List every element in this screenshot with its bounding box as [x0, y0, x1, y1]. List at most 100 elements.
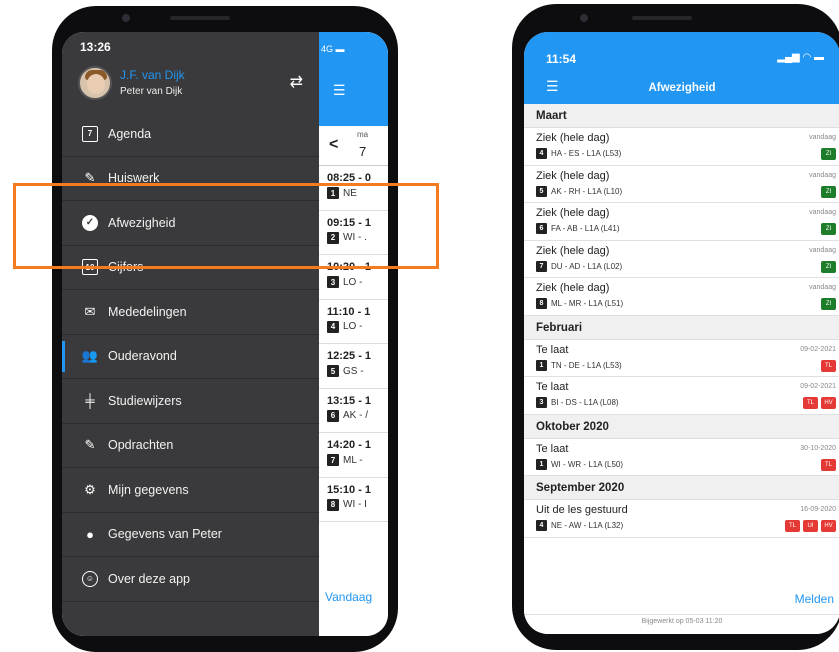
badge-group: TL UI HV: [785, 520, 836, 532]
user-name[interactable]: J.F. van Dijk: [120, 68, 185, 82]
lesson-row[interactable]: 11:10 - 1 4 LO -: [319, 300, 388, 344]
absence-lesson: TN - DE - L1A (L53): [551, 360, 622, 370]
badge-group: ZI: [821, 185, 836, 198]
lesson-subject: WI - I: [343, 499, 367, 510]
absence-row[interactable]: Te laat 1 TN - DE - L1A (L53) 09-02-2021 TL: [524, 339, 839, 377]
absence-code-badge: ZI: [821, 298, 836, 310]
absence-lesson: DU - AD - L1A (L02): [551, 261, 623, 271]
absence-row[interactable]: Ziek (hele dag) 7 DU - AD - L1A (L02) vanda…: [524, 240, 839, 278]
lesson-row[interactable]: 12:25 - 1 5 GS -: [319, 344, 388, 389]
absence-row[interactable]: Ziek (hele dag) 4 HA - ES - L1A (L53) vanda…: [524, 128, 839, 166]
menu-item-9[interactable]: ● Gegevens van Peter: [62, 513, 319, 557]
absence-date: vandaag: [809, 246, 836, 254]
app-header: 11:54 ▂▄▆ ◠ ▬ ☰ Afwezigheid: [524, 32, 839, 104]
menu-item-4[interactable]: ✉ Mededelingen: [62, 290, 319, 335]
footer: Melden Bijgewerkt op 05-03 11:20: [524, 580, 839, 634]
month-header: Oktober 2020: [524, 414, 839, 439]
menu-item-label: Opdrachten: [108, 438, 174, 453]
absence-reason: Uit de les gestuurd: [536, 504, 628, 516]
absence-row[interactable]: Ziek (hele dag) 8 ML - MR - L1A (L51) vanda…: [524, 278, 839, 316]
info-icon: ☺: [82, 570, 98, 587]
absence-reason: Te laat: [536, 442, 569, 455]
lesson-number: 5: [536, 185, 547, 197]
badge-group: ZI: [821, 298, 836, 310]
lesson-subject: LO -: [343, 321, 363, 332]
lesson-time: 15:10 - 1: [327, 483, 372, 496]
menu-item-10[interactable]: ☺ Over deze app: [62, 557, 319, 602]
status-time: 13:26: [80, 40, 111, 54]
badge-group: TL: [821, 458, 836, 471]
absence-date: 30-10-2020: [800, 444, 836, 452]
lesson-subject: AK - /: [343, 410, 369, 421]
camera-icon: [122, 14, 130, 22]
lesson-time: 11:10 - 1: [327, 305, 371, 318]
absence-code-badge: UI: [803, 520, 818, 532]
absence-date: 09-02-2021: [800, 383, 836, 390]
menu-item-0[interactable]: 7 Agenda: [62, 112, 319, 157]
absence-row[interactable]: Te laat 1 WI - WR - L1A (L50) 30-10-2020 TL: [524, 438, 839, 476]
menu-item-label: Agenda: [108, 126, 152, 141]
right-phone: 11:54 ▂▄▆ ◠ ▬ ☰ Afwezigheid Maart Ziek (h…: [512, 4, 839, 650]
absence-reason: Ziek (hele dag): [536, 282, 610, 294]
lesson-number: 4: [327, 320, 339, 333]
absence-detail: 4 HA - ES - L1A (L53): [536, 148, 839, 159]
avatar[interactable]: [78, 66, 112, 100]
network-label: 4G: [321, 44, 334, 54]
absence-date: vandaag: [809, 171, 836, 179]
day-name: ma: [357, 130, 369, 139]
lesson-number: 4: [536, 148, 547, 159]
report-button[interactable]: Melden: [795, 592, 834, 606]
badge-group: TL HV: [803, 397, 836, 409]
absence-row[interactable]: Uit de les gestuurd 4 NE - AW - L1A (L32) 1…: [524, 500, 839, 538]
lesson-row[interactable]: 14:20 - 1 7 ML -: [319, 433, 388, 478]
agenda-panel: 4G ▬ ☰ < ma 7 08:25 - 0 1 NE 09:15 - 1 2 WI -…: [319, 32, 388, 636]
absence-code-badge: TL: [785, 520, 800, 532]
absence-date: vandaag: [809, 209, 836, 216]
lesson-row[interactable]: 15:10 - 1 8 WI - I: [319, 478, 388, 522]
absence-code-badge: ZI: [821, 148, 836, 160]
menu-item-5[interactable]: 👥 Ouderavond: [62, 335, 319, 379]
menu-item-label: Mededelingen: [108, 304, 187, 319]
lesson-subject: GS -: [343, 365, 364, 377]
absence-code-badge: TL: [821, 359, 836, 372]
menu-item-7[interactable]: ✎ Opdrachten: [62, 424, 319, 468]
absence-row[interactable]: Te laat 3 BI - DS - L1A (L08) 09-02-2021 TL H…: [524, 377, 839, 415]
page-title: Afwezigheid: [648, 82, 716, 94]
absence-code-badge: TL: [803, 397, 818, 409]
menu-item-label: Over deze app: [108, 571, 190, 586]
hamburger-icon[interactable]: ☰: [333, 82, 346, 99]
today-button[interactable]: Vandaag: [325, 590, 372, 604]
switch-account-icon[interactable]: ⇄: [290, 72, 303, 92]
lesson-number: 8: [536, 298, 547, 309]
absence-lesson: NE - AW - L1A (L32): [551, 521, 624, 530]
absence-row[interactable]: Ziek (hele dag) 5 AK - RH - L1A (L10) vanda…: [524, 165, 839, 203]
badge-group: ZI: [821, 223, 836, 235]
badge-group: ZI: [821, 148, 836, 160]
absence-row[interactable]: Ziek (hele dag) 6 FA - AB - L1A (L41) vanda…: [524, 203, 839, 241]
menu-item-8[interactable]: ⚙ Mijn gegevens: [62, 468, 319, 513]
lesson-detail: 7 ML -: [327, 454, 388, 466]
absence-detail: 1 TN - DE - L1A (L53): [536, 359, 839, 371]
lesson-number: 3: [536, 397, 547, 408]
avatar-face: [87, 74, 105, 94]
previous-day-icon[interactable]: <: [329, 136, 338, 154]
absence-date: 16-09-2020: [800, 506, 836, 513]
right-screen: 11:54 ▂▄▆ ◠ ▬ ☰ Afwezigheid Maart Ziek (h…: [524, 32, 839, 634]
lesson-number: 6: [536, 223, 547, 234]
absence-reason: Te laat: [536, 381, 569, 393]
lesson-detail: 3 LO -: [327, 276, 388, 288]
absence-lesson: BI - DS - L1A (L08): [551, 398, 619, 407]
signal-wifi-battery-icon: ▂▄▆ ◠ ▬: [777, 52, 824, 63]
lesson-number: 7: [327, 454, 339, 466]
lesson-subject: LO -: [343, 276, 363, 288]
menu-item-6[interactable]: ╪ Studiewijzers: [62, 379, 319, 424]
absence-reason: Ziek (hele dag): [536, 207, 610, 219]
absence-lesson: AK - RH - L1A (L10): [551, 186, 623, 196]
month-header: Maart: [524, 104, 839, 128]
envelope-icon: ✉: [84, 303, 96, 319]
badge-group: TL: [821, 359, 836, 372]
lesson-time: 14:20 - 1: [327, 439, 372, 451]
lesson-number: 1: [536, 458, 547, 470]
stage: 13:26 J.F. van Dijk Peter van Dijk ⇄ 7 Ag…: [0, 0, 839, 652]
lesson-row[interactable]: 13:15 - 1 6 AK - /: [319, 389, 388, 433]
